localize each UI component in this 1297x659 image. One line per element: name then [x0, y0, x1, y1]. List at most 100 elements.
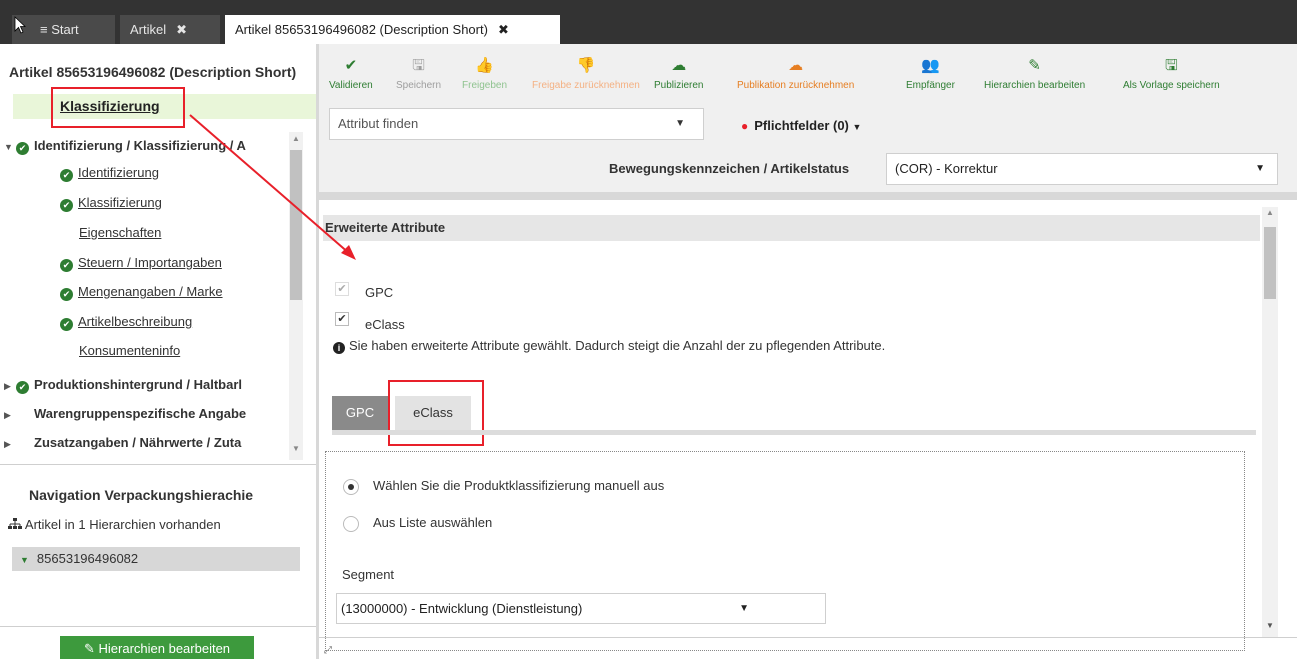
- tree-item-label: Konsumenteninfo: [79, 343, 181, 358]
- chevron-down-icon[interactable]: ▼: [739, 594, 749, 623]
- toolbar-label: Validieren: [329, 80, 373, 91]
- tree-item-label: Eigenschaften: [79, 225, 162, 240]
- check-circle-icon: ✔: [60, 259, 73, 272]
- tree-item[interactable]: Eigenschaften: [79, 222, 285, 244]
- eclass-checkbox[interactable]: ✔: [335, 312, 349, 326]
- save-icon: 🖫: [1164, 57, 1178, 74]
- highlight-box: [51, 87, 185, 128]
- toolbar-label: Hierarchien bearbeiten: [984, 80, 1086, 91]
- tree-item[interactable]: ✔ Klassifizierung: [60, 192, 285, 214]
- tab-artikel[interactable]: Artikel ✖: [120, 15, 220, 44]
- toolbar-hierarchien-bearbeitenbutton[interactable]: ✎ Hierarchien bearbeiten: [984, 57, 1085, 91]
- check-icon: ✔: [344, 57, 358, 74]
- tree-item[interactable]: Konsumenteninfo: [79, 340, 285, 362]
- toolbar-publikation-zurücknehmenbutton[interactable]: ☁ Publikation zurücknehmen: [737, 57, 854, 91]
- content-scrollbar[interactable]: ▲ ▼: [1262, 207, 1278, 637]
- tree-item[interactable]: ✔ Steuern / Importangaben: [60, 252, 285, 274]
- segment-select[interactable]: (13000000) - Entwicklung (Dienstleistung…: [336, 593, 826, 624]
- thumbs-down-icon: 👎: [576, 57, 596, 74]
- check-circle-icon: ✔: [60, 288, 73, 301]
- tree-item[interactable]: ▶ Zusatzangaben / Nährwerte / Zuta: [4, 432, 285, 454]
- toolbar-validierenbutton[interactable]: ✔ Validieren: [329, 57, 373, 91]
- hierarchy-info-text: Artikel in 1 Hierarchien vorhanden: [24, 517, 221, 532]
- sitemap-icon: [8, 517, 25, 532]
- scroll-up-icon[interactable]: ▲: [292, 134, 300, 143]
- toolbar-label: Freigeben: [462, 80, 508, 91]
- tree-item-label: Identifizierung / Klassifizierung / A: [34, 138, 246, 153]
- left-panel: Artikel 85653196496082 (Description Shor…: [0, 44, 316, 659]
- tree-item-label: Steuern / Importangaben: [78, 255, 222, 270]
- tree-item[interactable]: ▶ Warengruppenspezifische Angabe: [4, 403, 285, 425]
- check-circle-icon: ✔: [60, 199, 73, 212]
- splitter[interactable]: [319, 192, 1297, 200]
- expand-icon[interactable]: ⤢: [324, 645, 340, 659]
- chevron-down-icon[interactable]: ▼: [1255, 154, 1265, 184]
- toolbar-publizierenbutton[interactable]: ☁ Publizieren: [654, 57, 703, 91]
- chevron-down-icon[interactable]: ▼: [675, 109, 685, 139]
- expand-icon[interactable]: ▼: [20, 555, 29, 565]
- close-icon[interactable]: ✖: [176, 22, 187, 37]
- caret-right-icon[interactable]: ▶: [4, 404, 16, 425]
- hierarchy-item[interactable]: ▼ 85653196496082: [12, 547, 300, 571]
- tab-bar: ≡ Start Artikel ✖ Artikel 85653196496082 …: [0, 0, 1297, 44]
- pencil-icon: ✎: [83, 641, 95, 656]
- edit-hierarchies-button[interactable]: ✎ Hierarchien bearbeiten: [60, 636, 254, 659]
- radio-manual-label: Wählen Sie die Produktklassifizierung ma…: [373, 478, 665, 493]
- toolbar-als-vorlage-speichernbutton[interactable]: 🖫 Als Vorlage speichern: [1123, 57, 1220, 91]
- check-circle-icon: ✔: [60, 169, 73, 182]
- caret-down-icon[interactable]: ▼: [4, 136, 16, 157]
- save-icon: 🖫: [412, 57, 425, 74]
- attribute-search-input[interactable]: Attribut finden ▼: [329, 108, 704, 140]
- scroll-thumb[interactable]: [290, 150, 302, 300]
- toolbar-label: Publikation zurücknehmen: [737, 80, 855, 91]
- gpc-checkbox-label: GPC: [365, 285, 394, 300]
- tree-item[interactable]: ✔ Mengenangaben / Marke: [60, 281, 285, 303]
- gpc-checkbox[interactable]: ✔: [335, 282, 349, 296]
- status-select[interactable]: (COR) - Korrektur ▼: [886, 153, 1278, 185]
- scroll-down-icon[interactable]: ▼: [1266, 621, 1274, 630]
- scroll-thumb[interactable]: [1264, 227, 1276, 299]
- status-select-value: (COR) - Korrektur: [895, 161, 998, 176]
- toolbar-label: Als Vorlage speichern: [1123, 80, 1220, 91]
- toolbar-freigabe-zurücknehmenbutton[interactable]: 👎 Freigabe zurücknehmen: [532, 57, 640, 91]
- close-icon[interactable]: ✖: [498, 22, 509, 37]
- tab-artikel-label: Artikel: [130, 22, 167, 37]
- toolbar-speichernbutton[interactable]: 🖫 Speichern: [396, 57, 441, 91]
- divider: [319, 637, 1297, 638]
- toolbar-empfängerbutton[interactable]: 👥 Empfänger: [906, 57, 955, 91]
- required-fields-dropdown[interactable]: ● Pflichtfelder (0) ▼: [741, 118, 861, 133]
- users-icon: 👥: [921, 57, 940, 74]
- toolbar-label: Publizieren: [654, 80, 704, 91]
- tree-item-label: Artikelbeschreibung: [78, 314, 193, 329]
- left-scrollbar[interactable]: ▲ ▼: [289, 132, 303, 460]
- toolbar-label: Freigabe zurücknehmen: [532, 80, 640, 91]
- tree-item-label: Identifizierung: [78, 165, 159, 180]
- tree-item-label: Klassifizierung: [78, 195, 162, 210]
- tree-item[interactable]: ✔ Identifizierung: [60, 162, 285, 184]
- red-dot-icon: ●: [741, 119, 749, 133]
- tab-artikel-detail[interactable]: Artikel 85653196496082 (Description Shor…: [225, 15, 560, 44]
- scroll-up-icon[interactable]: ▲: [1266, 208, 1274, 217]
- radio-manual[interactable]: [343, 479, 359, 495]
- tree-item-label: Warengruppenspezifische Angabe: [34, 406, 247, 421]
- scroll-down-icon[interactable]: ▼: [292, 444, 300, 453]
- tree-item-label: Mengenangaben / Marke: [78, 284, 223, 299]
- tab-gpc[interactable]: GPC: [332, 396, 388, 430]
- edit-hierarchies-label: Hierarchien bearbeiten: [98, 641, 231, 656]
- eclass-checkbox-label: eClass: [365, 317, 405, 332]
- content-area: Erweiterte Attribute ✔ GPC ✔ eClass i Sie…: [319, 192, 1297, 659]
- tab-start[interactable]: ≡ Start: [12, 15, 115, 44]
- app-window: ≡ Start Artikel ✖ Artikel 85653196496082 …: [0, 0, 1297, 659]
- caret-right-icon[interactable]: ▶: [4, 433, 16, 454]
- radio-list[interactable]: [343, 516, 359, 532]
- tree-item[interactable]: ✔ Artikelbeschreibung: [60, 311, 285, 333]
- caret-right-icon[interactable]: ▶: [4, 375, 16, 396]
- toolbar-freigebenbutton[interactable]: 👍 Freigeben: [462, 57, 507, 91]
- check-circle-icon: ✔: [16, 381, 29, 394]
- tree-item[interactable]: ▶ ✔ Produktionshintergrund / Haltbarl: [4, 374, 285, 396]
- hierarchy-item-label: 85653196496082: [36, 551, 139, 566]
- tab-underline: [332, 430, 1256, 435]
- tree-item[interactable]: ▼ ✔ Identifizierung / Klassifizierung / A: [4, 135, 285, 157]
- section-header: Erweiterte Attribute: [323, 215, 1260, 241]
- tab-start-label: ≡ Start: [40, 22, 79, 37]
